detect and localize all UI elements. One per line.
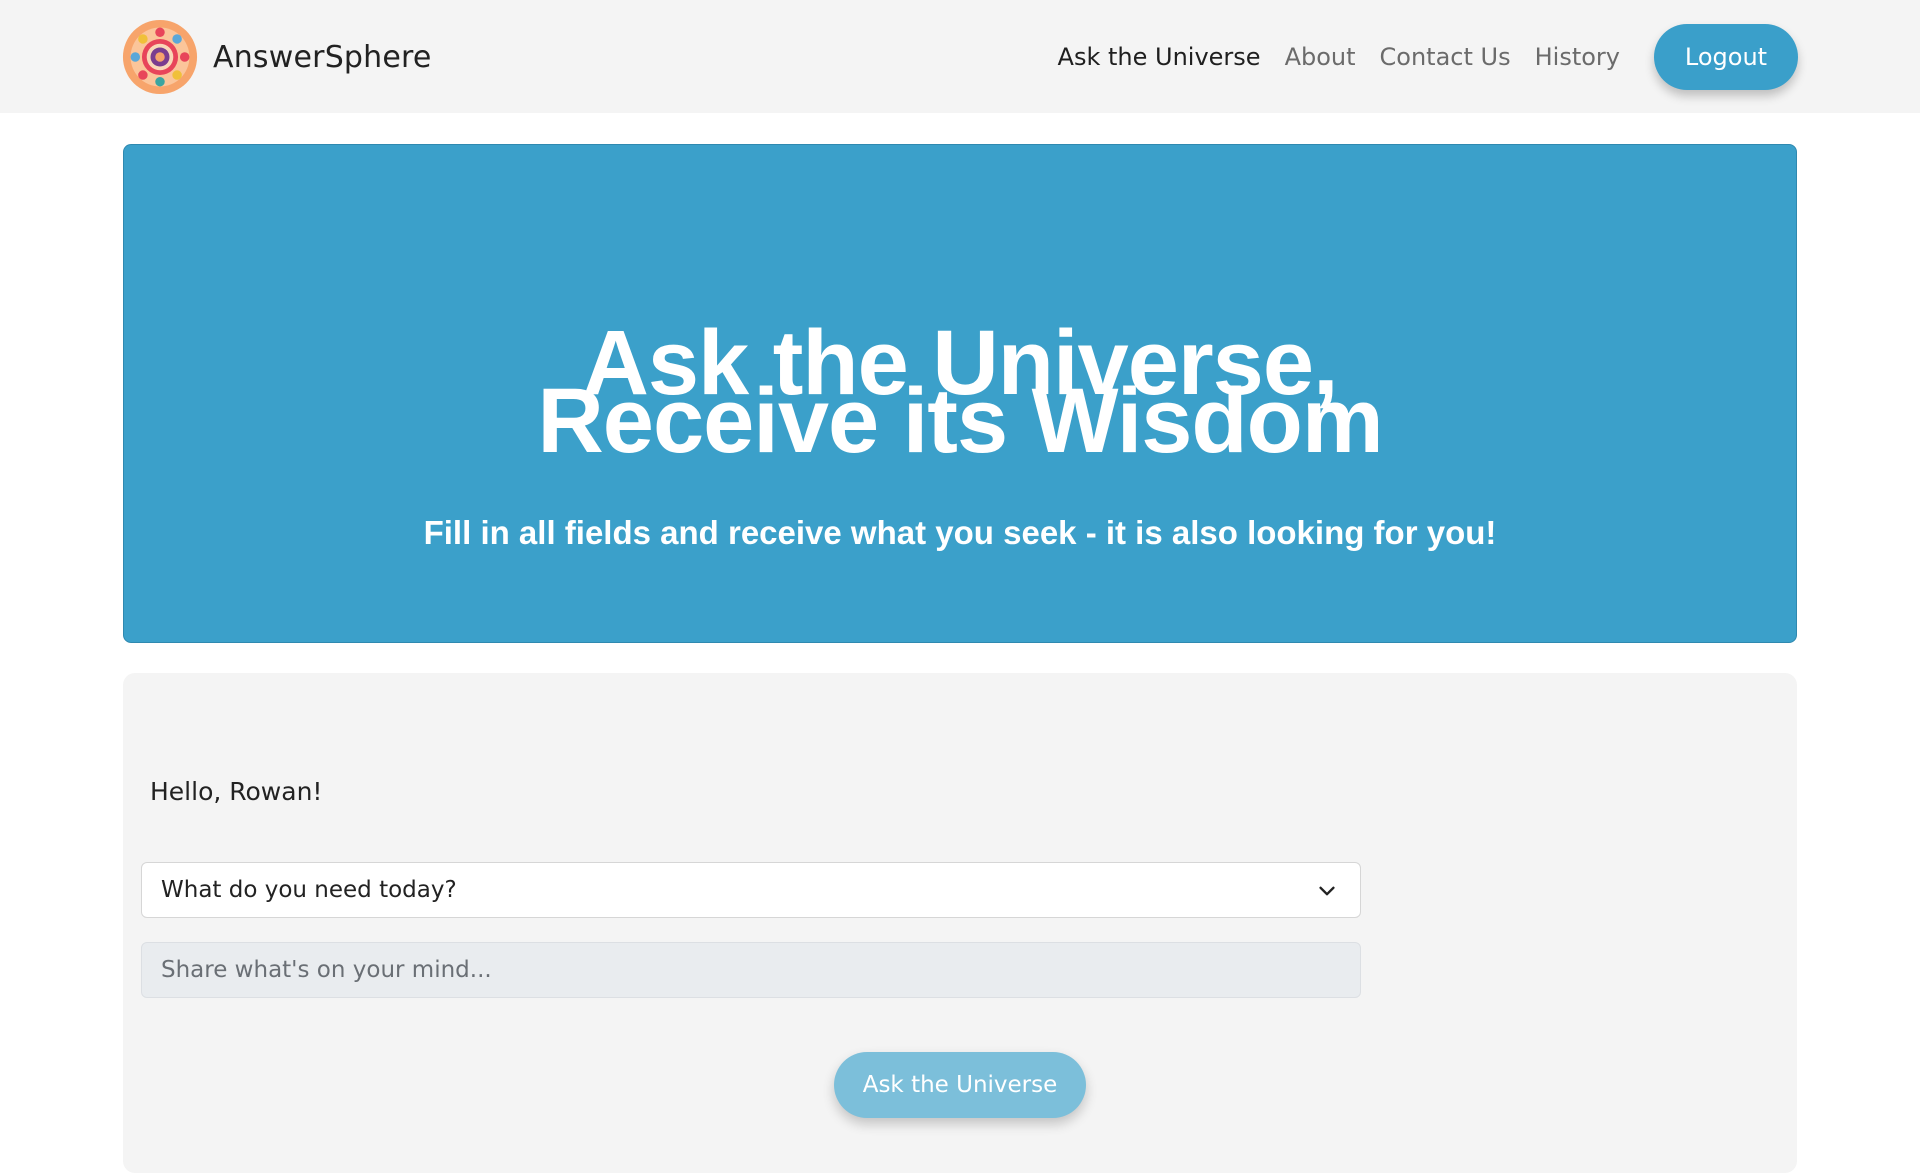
ask-the-universe-button[interactable]: Ask the Universe bbox=[834, 1052, 1086, 1118]
main-nav: Ask the Universe About Contact Us Histor… bbox=[1058, 24, 1798, 90]
nav-link-history[interactable]: History bbox=[1535, 43, 1620, 71]
mandala-logo-icon bbox=[122, 19, 198, 95]
nav-link-contact-us[interactable]: Contact Us bbox=[1380, 43, 1511, 71]
question-form-panel: Hello, Rowan! What do you need today? As… bbox=[123, 673, 1797, 1173]
hero-subtitle: Fill in all fields and receive what you … bbox=[423, 514, 1497, 551]
need-select-value: What do you need today? bbox=[161, 877, 457, 903]
brand-name: AnswerSphere bbox=[213, 39, 432, 75]
need-select[interactable]: What do you need today? bbox=[141, 862, 1361, 918]
greeting-text: Hello, Rowan! bbox=[150, 777, 323, 806]
hero-banner: Ask the Universe, Receive its Wisdom Fil… bbox=[123, 144, 1797, 643]
top-navbar: AnswerSphere Ask the Universe About Cont… bbox=[0, 0, 1920, 113]
mind-input[interactable] bbox=[141, 942, 1361, 998]
hero-title-line2: Receive its Wisdom bbox=[537, 370, 1383, 472]
nav-link-ask-the-universe[interactable]: Ask the Universe bbox=[1058, 43, 1261, 71]
chevron-down-icon bbox=[1319, 886, 1335, 896]
brand[interactable]: AnswerSphere bbox=[122, 19, 432, 95]
nav-link-about[interactable]: About bbox=[1285, 43, 1356, 71]
logout-button[interactable]: Logout bbox=[1654, 24, 1798, 90]
